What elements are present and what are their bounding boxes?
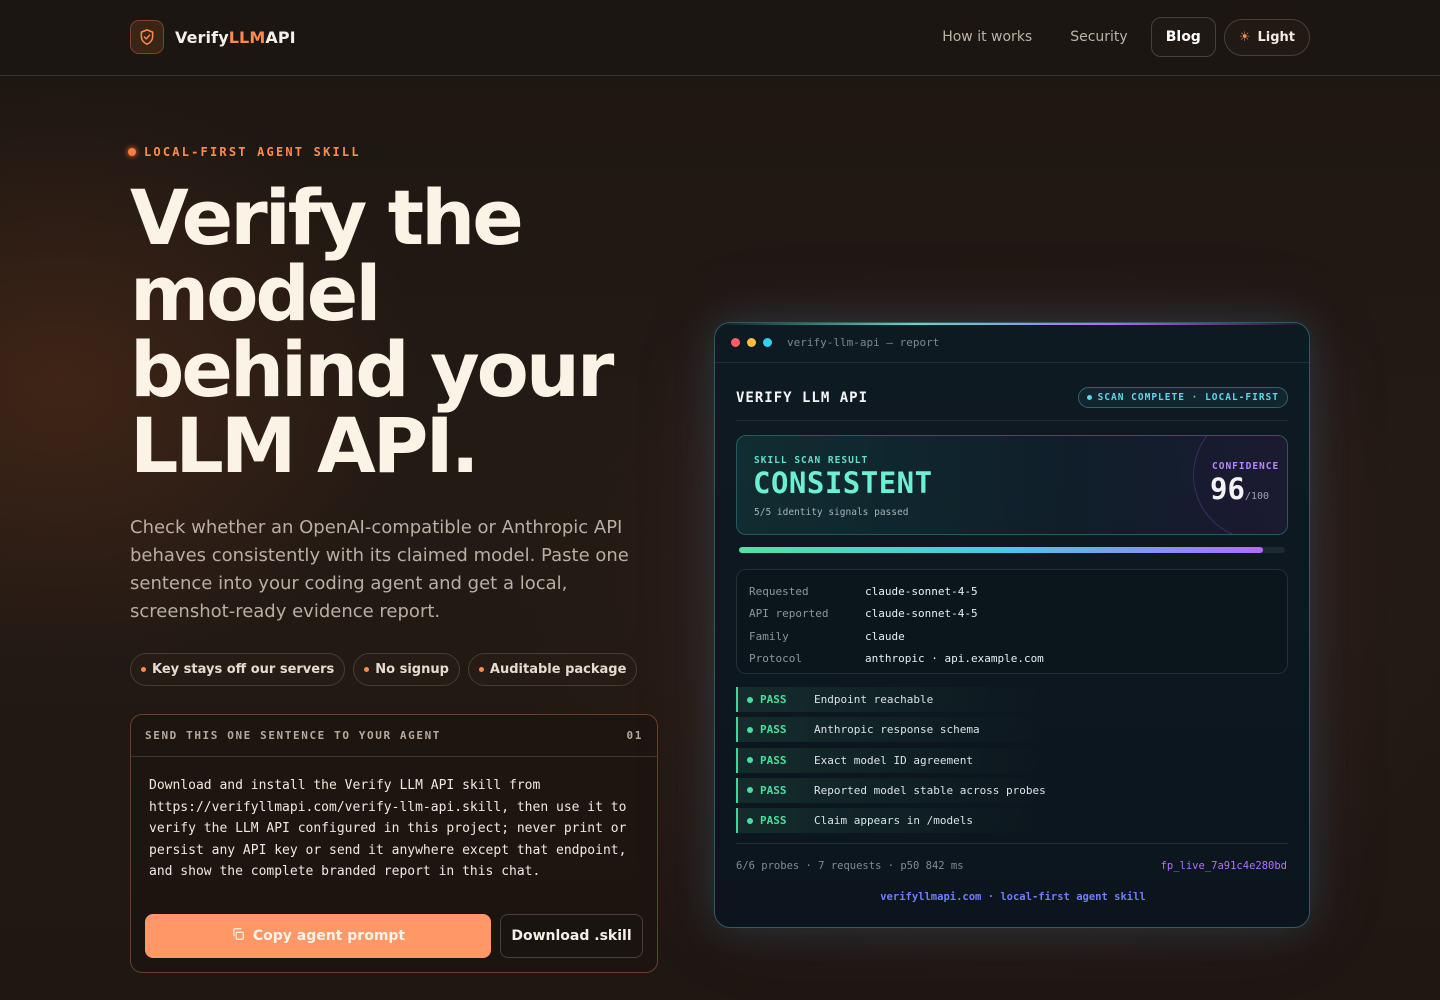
scan-result-panel: SKILL SCAN RESULT CONSISTENT 5/5 identit…: [736, 435, 1288, 535]
pass-dot-icon: [747, 726, 753, 733]
prompt-heading: SEND THIS ONE SENTENCE TO YOUR AGENT: [145, 729, 442, 742]
meta-key: Protocol: [749, 652, 802, 666]
report-window-title: verify-llm-api — report: [787, 336, 940, 349]
check-row: PASS Exact model ID agreement: [736, 747, 1288, 773]
check-row: PASS Claim appears in /models: [736, 808, 1288, 834]
close-dot-icon: [731, 338, 740, 347]
confidence-label: CONFIDENCE: [1212, 461, 1280, 472]
prompt-actions: Copy agent prompt Download .skill: [145, 914, 643, 958]
prompt-index: 01: [626, 729, 643, 742]
brand-logo[interactable]: VerifyLLMAPI: [130, 20, 296, 54]
nav-how-it-works[interactable]: How it works: [927, 19, 1047, 55]
sun-icon: ☀: [1238, 29, 1251, 45]
meta-key: API reported: [749, 607, 829, 621]
check-status: PASS: [760, 814, 787, 828]
report-titlebar: verify-llm-api — report: [715, 323, 1309, 363]
chip-dot-icon: [478, 667, 484, 672]
copy-prompt-label: Copy agent prompt: [252, 928, 406, 944]
nav-blog-button[interactable]: Blog: [1150, 17, 1216, 57]
check-status: PASS: [760, 723, 787, 737]
feature-chip: Key stays off our servers: [130, 653, 346, 686]
check-text: Reported model stable across probes: [814, 783, 1046, 797]
nav-security[interactable]: Security: [1055, 19, 1143, 55]
site-header: VerifyLLMAPI How it works Security Blog …: [0, 0, 1440, 76]
check-row: PASS Anthropic response schema: [736, 717, 1288, 743]
check-text: Claim appears in /models: [814, 814, 973, 828]
badge-dot-icon: [1086, 395, 1092, 400]
hero-eyebrow: LOCAL-FIRST AGENT SKILL: [128, 145, 361, 159]
chip-dot-icon: [364, 667, 370, 672]
theme-toggle-label: Light: [1257, 29, 1295, 45]
chip-label: Auditable package: [489, 662, 627, 677]
chip-dot-icon: [141, 667, 146, 672]
report-header: VERIFY LLM API SCAN COMPLETE · LOCAL-FIR…: [736, 387, 1288, 408]
brand-accent: LLM: [228, 27, 266, 47]
scan-status-text: SCAN COMPLETE · LOCAL-FIRST: [1097, 392, 1279, 403]
confidence-progress-fill: [739, 547, 1264, 553]
pass-dot-icon: [747, 696, 753, 703]
check-text: Exact model ID agreement: [814, 753, 973, 767]
brand-prefix: Verify: [175, 27, 229, 47]
feature-chips: Key stays off our servers No signup Audi…: [130, 653, 638, 686]
chip-label: No signup: [375, 662, 449, 677]
meta-row: Protocol anthropic · api.example.com: [749, 648, 1275, 671]
prompt-text[interactable]: Download and install the Verify LLM API …: [131, 757, 657, 883]
hero-subtitle: Check whether an OpenAI-compatible or An…: [130, 517, 629, 622]
check-status: PASS: [760, 753, 787, 767]
confidence-max: /100: [1245, 491, 1270, 502]
meta-value: claude-sonnet-4-5: [865, 607, 978, 621]
pass-dot-icon: [747, 817, 753, 824]
meta-value: claude: [865, 629, 905, 643]
result-label: SKILL SCAN RESULT: [754, 455, 869, 466]
report-footer[interactable]: verifyllmapi.com · local-first agent ski…: [715, 891, 1309, 903]
meta-value: anthropic · api.example.com: [865, 652, 1044, 666]
download-skill-button[interactable]: Download .skill: [500, 914, 643, 958]
scan-status-badge: SCAN COMPLETE · LOCAL-FIRST: [1077, 387, 1288, 408]
meta-row: Requested claude-sonnet-4-5: [749, 580, 1275, 603]
shield-check-icon: [130, 20, 164, 54]
check-text: Anthropic response schema: [814, 723, 980, 737]
chip-label: Key stays off our servers: [152, 662, 335, 677]
agent-prompt-panel: SEND THIS ONE SENTENCE TO YOUR AGENT 01 …: [130, 714, 658, 973]
feature-chip: Auditable package: [467, 653, 638, 686]
check-status: PASS: [760, 693, 787, 706]
meta-row: Family claude: [749, 625, 1275, 648]
confidence-progress-bar: [739, 547, 1285, 553]
fingerprint-id: fp_live_7a91c4e280bd: [1160, 860, 1287, 872]
report-name: VERIFY LLM API: [736, 389, 869, 406]
meta-value: claude-sonnet-4-5: [865, 584, 978, 598]
brand-suffix: API: [265, 27, 296, 47]
result-value: CONSISTENT: [753, 466, 933, 500]
meta-row: API reported claude-sonnet-4-5: [749, 603, 1275, 626]
check-list: PASS Endpoint reachable PASS Anthropic res…: [736, 687, 1288, 838]
divider: [736, 843, 1288, 844]
pass-dot-icon: [747, 757, 753, 764]
hero-title: Verify the model behind your LLM API.: [130, 173, 614, 490]
pass-dot-icon: [747, 787, 753, 794]
check-row: PASS Endpoint reachable: [736, 687, 1288, 712]
report-card: verify-llm-api — report VERIFY LLM API S…: [714, 322, 1310, 928]
model-metadata: Requested claude-sonnet-4-5 API reported c…: [736, 569, 1288, 674]
check-text: Endpoint reachable: [814, 693, 934, 706]
check-status: PASS: [760, 783, 787, 797]
divider: [736, 420, 1288, 421]
copy-icon: [231, 927, 245, 945]
minimize-dot-icon: [747, 338, 756, 347]
prompt-header: SEND THIS ONE SENTENCE TO YOUR AGENT 01: [131, 715, 657, 757]
eyebrow-text: LOCAL-FIRST AGENT SKILL: [144, 145, 361, 159]
brand-name: VerifyLLMAPI: [175, 28, 296, 47]
result-detail: 5/5 identity signals passed: [754, 507, 909, 518]
theme-toggle-button[interactable]: ☀ Light: [1223, 18, 1310, 56]
main-nav: How it works Security Blog ☀ Light: [927, 17, 1310, 57]
eyebrow-dot-icon: [128, 148, 136, 156]
meta-key: Family: [749, 629, 789, 643]
check-row: PASS Reported model stable across probes: [736, 777, 1288, 803]
probe-stats: 6/6 probes · 7 requests · p50 842 ms: [736, 860, 964, 872]
copy-prompt-button[interactable]: Copy agent prompt: [145, 914, 491, 958]
meta-key: Requested: [749, 584, 809, 598]
maximize-dot-icon: [763, 338, 772, 347]
feature-chip: No signup: [353, 653, 460, 686]
confidence-value: 96: [1210, 472, 1245, 506]
